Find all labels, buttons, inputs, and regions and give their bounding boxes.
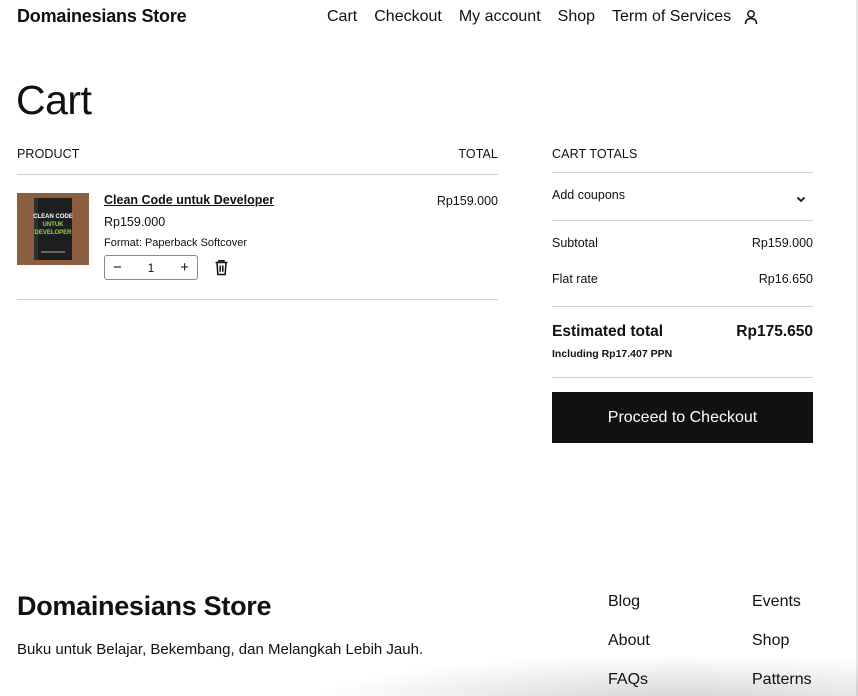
- nav-checkout[interactable]: Checkout: [374, 8, 442, 26]
- footer-link-shop[interactable]: Shop: [752, 632, 789, 650]
- product-column-header: PRODUCT: [17, 147, 80, 161]
- totals-divider: [552, 306, 813, 307]
- estimated-total-row: Estimated total Rp175.650: [552, 323, 813, 341]
- shipping-value: Rp16.650: [758, 272, 813, 286]
- product-unit-price: Rp159.000: [104, 215, 166, 229]
- estimated-total-value: Rp175.650: [736, 323, 813, 340]
- footer-link-blog[interactable]: Blog: [608, 593, 640, 611]
- nav-cart[interactable]: Cart: [327, 8, 357, 26]
- quantity-stepper: − 1 +: [104, 255, 198, 280]
- footer-site-title[interactable]: Domainesians Store: [17, 591, 271, 622]
- add-coupons-toggle[interactable]: Add coupons: [552, 188, 813, 202]
- line-total: Rp159.000: [436, 194, 498, 208]
- footer-tagline: Buku untuk Belajar, Bekembang, dan Melan…: [17, 641, 424, 658]
- quantity-value[interactable]: 1: [148, 261, 155, 275]
- total-column-header: TOTAL: [458, 147, 498, 161]
- decrease-quantity-button[interactable]: −: [113, 260, 122, 275]
- totals-divider: [552, 172, 813, 173]
- table-divider: [17, 174, 498, 175]
- footer-link-about[interactable]: About: [608, 632, 650, 650]
- cover-line-3: DEVELOPER: [34, 230, 72, 236]
- site-title[interactable]: Domainesians Store: [17, 6, 187, 27]
- trash-icon[interactable]: [214, 259, 229, 276]
- shipping-row: Flat rate Rp16.650: [552, 272, 813, 286]
- shipping-label: Flat rate: [552, 272, 598, 286]
- footer-link-patterns[interactable]: Patterns: [752, 671, 812, 689]
- add-coupons-label: Add coupons: [552, 188, 625, 202]
- totals-divider: [552, 220, 813, 221]
- estimated-total-label: Estimated total: [552, 323, 664, 340]
- product-name-link[interactable]: Clean Code untuk Developer: [104, 193, 274, 207]
- cart-totals-heading: CART TOTALS: [552, 147, 638, 161]
- main-nav: Cart Checkout My account Shop Term of Se…: [327, 8, 760, 26]
- user-icon[interactable]: [742, 8, 760, 26]
- product-thumbnail[interactable]: CLEAN CODE UNTUK DEVELOPER: [17, 193, 89, 265]
- footer-link-faqs[interactable]: FAQs: [608, 671, 648, 689]
- proceed-to-checkout-button[interactable]: Proceed to Checkout: [552, 392, 813, 443]
- footer-link-events[interactable]: Events: [752, 593, 801, 611]
- nav-my-account[interactable]: My account: [459, 8, 541, 26]
- cover-line-1: CLEAN CODE: [33, 214, 73, 220]
- product-format: Format: Paperback Softcover: [104, 237, 248, 249]
- page-title: Cart: [16, 77, 92, 123]
- subtotal-label: Subtotal: [552, 236, 598, 250]
- totals-divider: [552, 377, 813, 378]
- chevron-down-icon[interactable]: [795, 192, 807, 204]
- nav-shop[interactable]: Shop: [558, 8, 595, 26]
- cover-line-2: UNTUK: [43, 222, 65, 228]
- subtotal-value: Rp159.000: [751, 236, 813, 250]
- table-divider-bottom: [17, 299, 498, 300]
- subtotal-row: Subtotal Rp159.000: [552, 236, 813, 250]
- nav-term-of-services[interactable]: Term of Services: [612, 8, 731, 26]
- increase-quantity-button[interactable]: +: [180, 260, 189, 275]
- tax-note: Including Rp17.407 PPN: [552, 348, 673, 360]
